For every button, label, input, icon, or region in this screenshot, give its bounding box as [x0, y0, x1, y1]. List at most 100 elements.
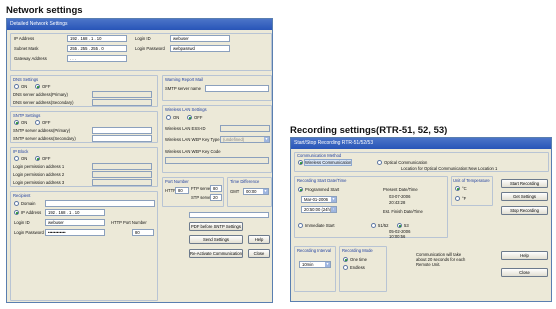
window-title: Detailed Network Settings: [7, 19, 272, 30]
ftp-server-input[interactable]: 80: [210, 185, 222, 192]
wlan-off-label: OFF: [194, 115, 203, 120]
wep-key-type-value: (undefined): [223, 137, 245, 142]
smtp-server-input[interactable]: [205, 85, 269, 92]
sntp-on-label: ON: [21, 120, 28, 125]
recipient-domain-input[interactable]: [45, 200, 155, 207]
help-button[interactable]: Help: [248, 235, 270, 244]
ip-block-on-label: ON: [21, 156, 28, 161]
wlan-on-radio[interactable]: [166, 115, 171, 120]
chevron-down-icon: ▼: [331, 197, 336, 202]
start-date-value: Mar-01-2006: [304, 197, 328, 202]
one-time-label: One time: [350, 257, 367, 262]
fahrenheit-label: °F: [462, 196, 467, 201]
sntp-secondary-label: SNTP server address(Secondary): [13, 136, 76, 141]
recipient-domain-radio[interactable]: [14, 201, 19, 206]
start-time-input[interactable]: 20:50:00 (24h) ↕: [301, 206, 337, 213]
subnet-label: Subnet Mask: [14, 46, 39, 51]
finish-datetime-label: Est. Finish Date/Time: [383, 209, 423, 214]
time-difference-value: 00:00: [246, 189, 257, 194]
ip-block-off-radio[interactable]: [35, 156, 40, 161]
dns-off-radio[interactable]: [35, 84, 40, 89]
spinner-icon: ↕: [331, 207, 336, 212]
subnet-input[interactable]: 255 . 255 . 255 . 0: [67, 45, 127, 52]
ip-block-address1-input[interactable]: [92, 163, 152, 170]
recipient-title: Recipient: [13, 193, 31, 198]
recipient-login-id-label: Login ID: [14, 220, 30, 225]
optical-radio[interactable]: [377, 160, 382, 165]
wep-key-type-select[interactable]: (undefined) ▼: [220, 136, 270, 143]
login-password-input[interactable]: webpasswd: [170, 45, 230, 52]
temperature-unit-title: Unit of Temperature: [453, 178, 490, 183]
ftp-server-label: FTP server: [191, 186, 212, 191]
series-51-52-label: 51/52: [378, 223, 389, 228]
ip-block-off-label: OFF: [42, 156, 51, 161]
get-settings-button[interactable]: Get Settings: [501, 192, 548, 201]
endless-radio[interactable]: [343, 265, 348, 270]
programmed-start-label: Programmed Start: [305, 187, 340, 192]
sntp-primary-input[interactable]: [92, 127, 152, 134]
pdf-sntp-button[interactable]: PDF before SNTP Settings: [189, 222, 243, 231]
sntp-secondary-input[interactable]: [92, 135, 152, 142]
recording-interval-title: Recording Interval: [297, 248, 331, 253]
port-http-input[interactable]: 80: [175, 187, 189, 194]
programmed-start-radio[interactable]: [298, 187, 303, 192]
one-time-radio[interactable]: [343, 257, 348, 262]
ip-block-address2-label: Login permission address 2: [13, 172, 65, 177]
time-difference-title: Time Difference: [230, 179, 260, 184]
series-51-52-radio[interactable]: [371, 223, 376, 228]
sntp-on-radio[interactable]: [14, 120, 19, 125]
recipient-ip-input[interactable]: 192 . 168 . 1 . 10: [45, 209, 105, 216]
help-button[interactable]: Help: [501, 251, 548, 260]
immediate-start-radio[interactable]: [298, 223, 303, 228]
dns-on-radio[interactable]: [14, 84, 19, 89]
ip-block-address2-input[interactable]: [92, 171, 152, 178]
stop-recording-button[interactable]: Stop Recording: [501, 206, 548, 215]
stp-server-input[interactable]: 20: [210, 194, 222, 201]
login-password-label: Login Password: [135, 46, 165, 51]
wlan-off-radio[interactable]: [187, 115, 192, 120]
smtp-server-label: SMTP server name: [165, 86, 201, 91]
recipient-login-password-input[interactable]: ••••••••••••: [45, 229, 105, 236]
network-settings-caption: Network settings: [6, 5, 83, 16]
close-button[interactable]: Close: [501, 268, 548, 277]
ip-block-address3-label: Login permission address 3: [13, 180, 65, 185]
http-port-input[interactable]: 80: [132, 229, 154, 236]
start-recording-button[interactable]: Start Recording: [501, 179, 548, 188]
dns-primary-label: DNS server address(Primary): [13, 92, 68, 97]
stp-server-label: STP server: [191, 195, 212, 200]
ip-address-input[interactable]: 192 . 168 . 1 . 10: [67, 35, 127, 42]
reactivate-communication-button[interactable]: Re-Activate Communication: [189, 249, 243, 258]
wep-key-code-label: Wireless LAN WEP Key Code: [165, 149, 221, 154]
login-id-input[interactable]: webuser: [170, 35, 230, 42]
ess-id-input[interactable]: [220, 125, 270, 132]
send-settings-button[interactable]: Send Settings: [189, 235, 243, 244]
recording-interval-select[interactable]: 10min ▼: [299, 261, 331, 268]
dns-off-label: OFF: [42, 84, 51, 89]
wep-key-code-input[interactable]: [165, 157, 269, 164]
celsius-radio[interactable]: [455, 186, 460, 191]
close-button[interactable]: Close: [248, 249, 270, 258]
ip-block-on-radio[interactable]: [14, 156, 19, 161]
recipient-login-id-input[interactable]: webuser: [45, 219, 105, 226]
series-53-radio[interactable]: [397, 223, 402, 228]
dns-primary-input[interactable]: [92, 91, 152, 98]
ip-block-address3-input[interactable]: [92, 179, 152, 186]
recording-settings-window: Start/Stop Recording RTR-51/52/53 Commun…: [290, 137, 552, 302]
endless-label: Endless: [350, 265, 365, 270]
recipient-ip-label: IP Address: [21, 210, 42, 215]
wireless-label: Wireless Communication: [303, 159, 353, 166]
ip-address-label: IP Address: [14, 36, 35, 41]
optical-location-label: Location for Optical Communication:New L…: [401, 166, 498, 171]
sntp-off-radio[interactable]: [35, 120, 40, 125]
recipient-ip-radio[interactable]: [14, 210, 19, 215]
gateway-input[interactable]: . . .: [67, 55, 127, 62]
ess-id-label: Wireless LAN ESS-ID: [165, 126, 206, 131]
present-date: 03-07-2006: [389, 194, 411, 199]
wireless-radio[interactable]: [298, 160, 303, 165]
dns-secondary-input[interactable]: [92, 99, 152, 106]
start-date-input[interactable]: Mar-01-2006 ▼: [301, 196, 337, 203]
fahrenheit-radio[interactable]: [455, 196, 460, 201]
login-id-label: Login ID: [135, 36, 151, 41]
ip-block-address1-label: Login permission address 1: [13, 164, 65, 169]
time-difference-select[interactable]: 00:00 ▼: [243, 188, 269, 195]
